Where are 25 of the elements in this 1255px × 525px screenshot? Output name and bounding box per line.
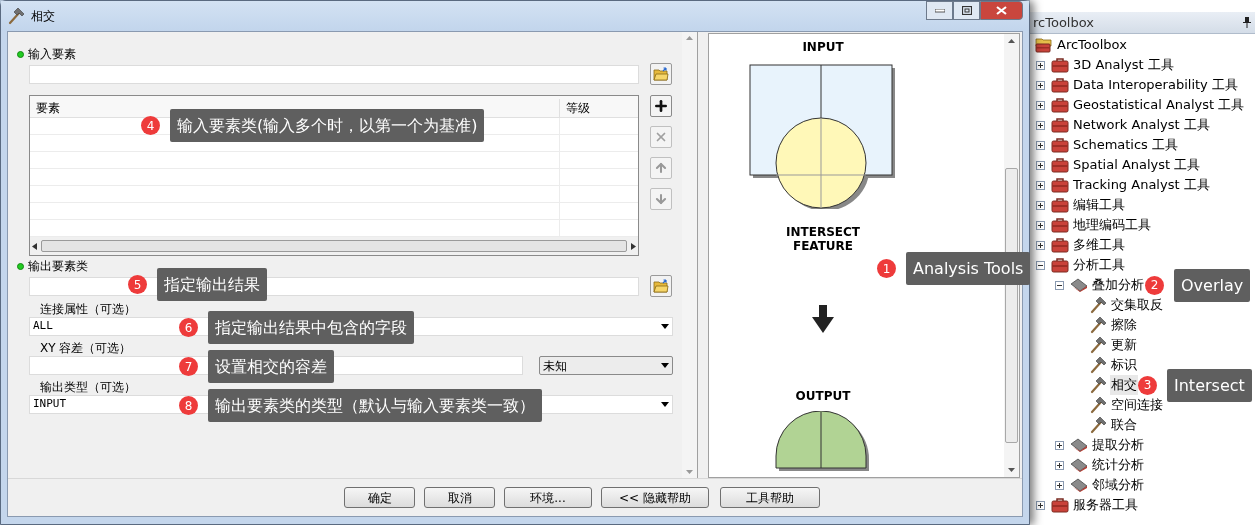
dropdown-value: INPUT	[33, 396, 67, 413]
parameter-label: 输入要素	[28, 46, 76, 63]
parameter-label: 输出要素类	[28, 258, 88, 275]
number-badge-tooltip: 2	[1145, 275, 1164, 295]
callout-tooltip: 指定输出结果中包含的字段	[208, 311, 414, 344]
callout-tooltip: Analysis Tools	[906, 252, 1031, 285]
diagram-label: INPUT	[802, 39, 844, 56]
parameter-label: 输出类型（可选）	[40, 379, 136, 396]
panel-title: rcToolbox	[1033, 13, 1094, 32]
window-title: 相交	[31, 8, 55, 25]
callout-tooltip: 输出要素类的类型（默认与输入要素类一致）	[208, 389, 542, 422]
callout-tooltip: 输入要素类(输入多个时，以第一个为基准)	[170, 109, 485, 142]
diagram-label: INTERSECT FEATURE	[785, 225, 861, 253]
column-header: 等级	[565, 100, 591, 117]
parameter-label: 连接属性（可选）	[40, 301, 136, 318]
dropdown-value: ALL	[33, 318, 53, 335]
callout-tooltip: Overlay	[1174, 268, 1251, 302]
parameter-label: XY 容差（可选）	[40, 340, 132, 357]
number-badge-tooltip: 1	[877, 259, 896, 278]
dropdown-value: 未知	[543, 357, 567, 375]
diagram-label: OUTPUT	[795, 388, 851, 405]
callout-tooltip: 设置相交的容差	[208, 350, 334, 383]
number-badge-tooltip: 3	[1138, 375, 1157, 395]
callout-tooltip: 指定输出结果	[157, 268, 267, 301]
callout-tooltip: Intersect	[1167, 368, 1252, 402]
